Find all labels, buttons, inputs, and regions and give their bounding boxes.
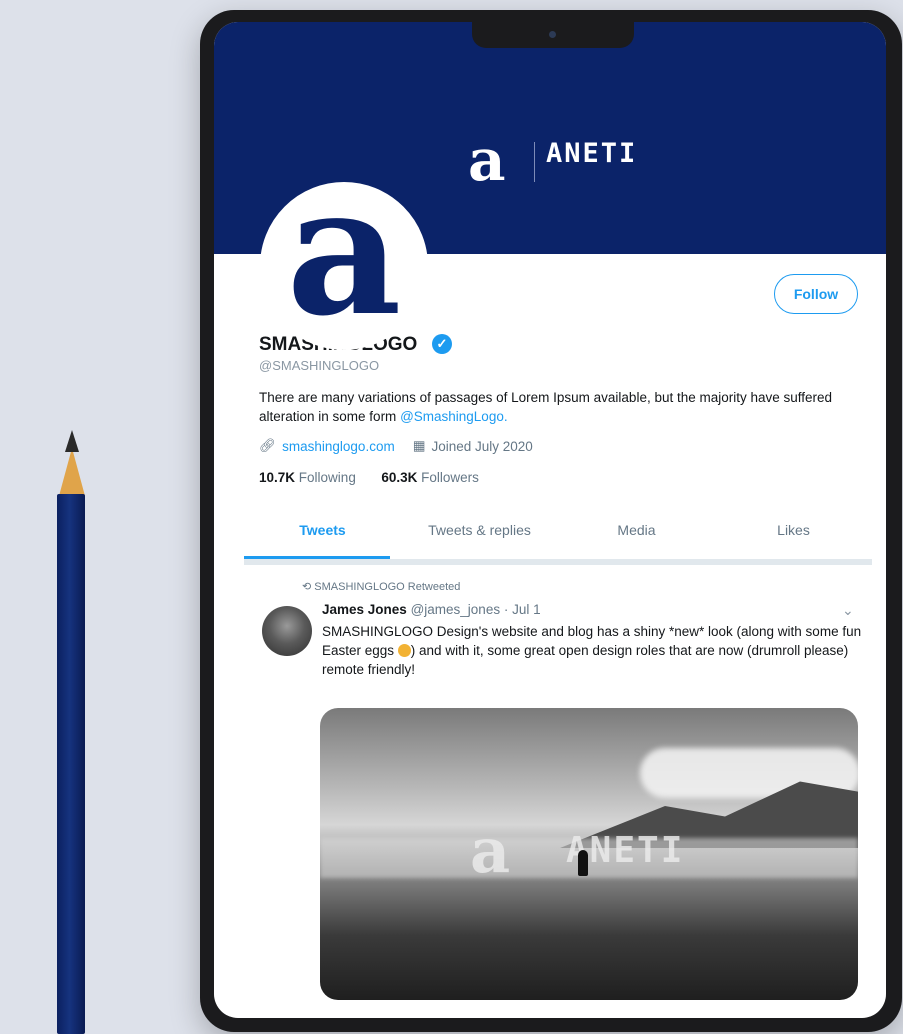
profile-avatar[interactable]: a bbox=[260, 182, 428, 350]
followers-label: Followers bbox=[421, 470, 479, 485]
profile-screen: a ANETI a Follow SMASHINGLOGO ✓ @SMASHIN… bbox=[214, 22, 886, 1018]
emoji-heart-icon bbox=[397, 644, 411, 657]
link-icon: 🔗︎ bbox=[259, 438, 277, 453]
profile-bio: There are many variations of passages of… bbox=[259, 388, 859, 426]
profile-meta: 🔗︎ smashinglogo.com ▦ Joined July 2020 bbox=[259, 438, 533, 454]
camera-icon bbox=[549, 31, 556, 38]
pencil-wood-tip bbox=[59, 448, 85, 496]
retweeted-by: SMASHINGLOGO Retweeted bbox=[314, 581, 461, 593]
retweet-context: ⟲ SMASHINGLOGO Retweeted bbox=[302, 580, 460, 593]
website-link[interactable]: smashinglogo.com bbox=[282, 439, 395, 454]
calendar-icon: ▦ bbox=[412, 438, 426, 453]
camera-notch bbox=[472, 22, 634, 48]
tweet-author-handle[interactable]: @james_jones bbox=[411, 602, 501, 617]
tab-likes[interactable]: Likes bbox=[715, 518, 872, 560]
joined-date: Joined July 2020 bbox=[431, 438, 533, 454]
tweet-author-name[interactable]: James Jones bbox=[322, 602, 407, 617]
banner-brand-name: ANETI bbox=[546, 138, 638, 169]
tablet-device: a ANETI a Follow SMASHINGLOGO ✓ @SMASHIN… bbox=[200, 10, 902, 1032]
followers-stat[interactable]: 60.3K Followers bbox=[381, 470, 479, 485]
pencil bbox=[56, 430, 86, 1034]
banner-logo: a ANETI bbox=[468, 126, 678, 194]
banner-logo-mark: a bbox=[468, 126, 506, 194]
following-label: Following bbox=[298, 470, 356, 485]
tab-tweets[interactable]: Tweets bbox=[244, 518, 401, 560]
tweet-header: James Jones @james_jones · Jul 1 bbox=[322, 602, 541, 617]
avatar-logo-mark: a bbox=[286, 182, 402, 350]
following-stat[interactable]: 10.7K Following bbox=[259, 470, 356, 485]
image-logo-overlay: a ANETI bbox=[470, 820, 730, 884]
tab-media[interactable]: Media bbox=[558, 518, 715, 560]
profile-handle: @SMASHINGLOGO bbox=[259, 358, 380, 373]
verified-check-icon: ✓ bbox=[432, 334, 452, 354]
chevron-down-icon[interactable]: ⌄ bbox=[842, 602, 854, 619]
pencil-lead bbox=[65, 430, 79, 452]
following-count: 10.7K bbox=[259, 470, 296, 485]
profile-tabs: Tweets Tweets & replies Media Likes bbox=[244, 518, 872, 560]
retweet-icon: ⟲ bbox=[302, 581, 312, 593]
image-person-figure bbox=[578, 850, 588, 876]
tweet-text: SMASHINGLOGO Design's website and blog h… bbox=[322, 622, 862, 679]
tabs-divider bbox=[244, 559, 872, 565]
profile-stats: 10.7K Following 60.3K Followers bbox=[259, 470, 479, 485]
tab-tweets-replies[interactable]: Tweets & replies bbox=[401, 518, 558, 560]
banner-logo-divider bbox=[534, 142, 535, 182]
follow-button[interactable]: Follow bbox=[774, 274, 858, 314]
tweet-media-image[interactable]: a ANETI bbox=[320, 708, 858, 1000]
tweet-author-avatar[interactable] bbox=[262, 606, 312, 656]
followers-count: 60.3K bbox=[381, 470, 418, 485]
bio-text: There are many variations of passages of… bbox=[259, 390, 833, 424]
tweet-card[interactable]: ⟲ SMASHINGLOGO Retweeted James Jones @ja… bbox=[244, 566, 872, 1018]
image-logo-mark: a bbox=[470, 814, 511, 887]
tweet-date[interactable]: · Jul 1 bbox=[504, 602, 541, 617]
bio-mention-link[interactable]: @SmashingLogo. bbox=[400, 409, 508, 424]
pencil-body bbox=[57, 494, 85, 1034]
